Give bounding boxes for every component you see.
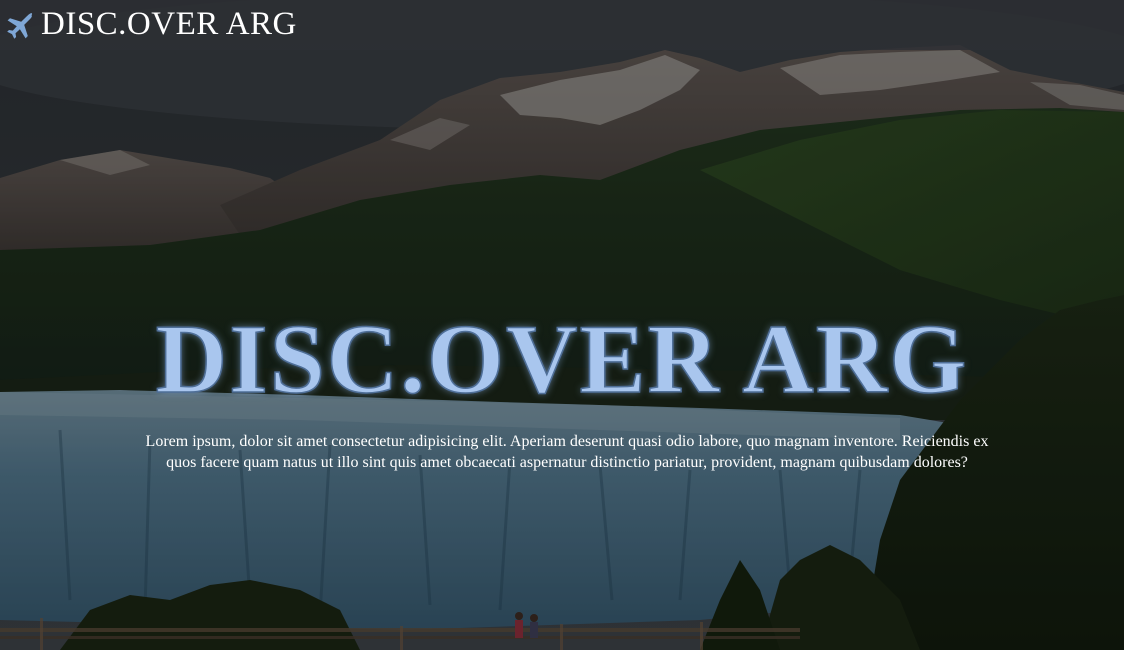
hero-description: Lorem ipsum, dolor sit amet consectetur …	[145, 433, 989, 471]
landing-page: DISC.OVER ARG DISC.OVER ARG Lorem ipsum,…	[0, 0, 1124, 650]
brand-logo-text[interactable]: DISC.OVER ARG	[41, 4, 297, 44]
airplane-icon[interactable]	[4, 11, 34, 41]
top-navbar: DISC.OVER ARG	[0, 0, 1124, 50]
hero-title: DISC.OVER ARG	[155, 305, 969, 416]
